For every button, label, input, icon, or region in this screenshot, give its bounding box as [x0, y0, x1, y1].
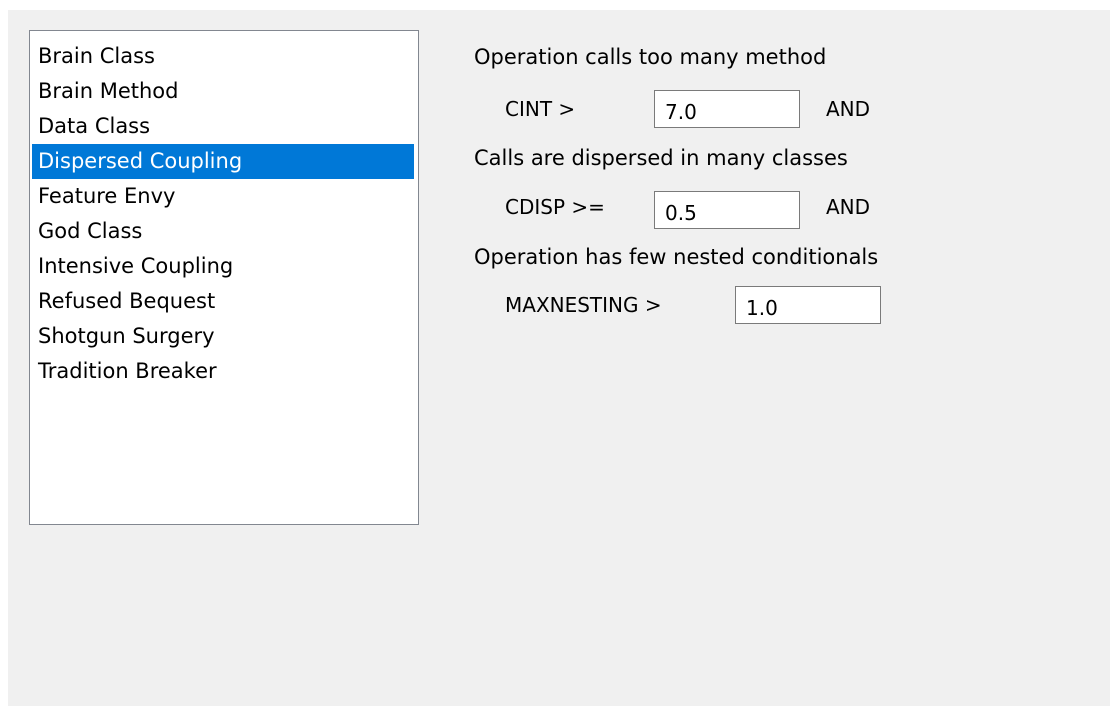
cdisp-label: CDISP >=: [505, 195, 605, 219]
list-item-dispersed-coupling[interactable]: Dispersed Coupling: [32, 144, 414, 179]
maxnesting-label: MAXNESTING >: [505, 293, 662, 317]
condition-description: Operation has few nested conditionals: [474, 245, 879, 269]
list-item-refused-bequest[interactable]: Refused Bequest: [32, 284, 414, 319]
list-item-god-class[interactable]: God Class: [32, 214, 414, 249]
code-smell-listbox[interactable]: Brain Class Brain Method Data Class Disp…: [29, 30, 419, 525]
cint-threshold-input[interactable]: [654, 90, 800, 128]
and-connector-label: AND: [826, 195, 871, 219]
and-connector-label: AND: [826, 97, 871, 121]
list-item-brain-method[interactable]: Brain Method: [32, 74, 414, 109]
list-item-feature-envy[interactable]: Feature Envy: [32, 179, 414, 214]
maxnesting-threshold-input[interactable]: [735, 286, 881, 324]
detection-strategy-panel: Brain Class Brain Method Data Class Disp…: [8, 10, 1110, 706]
list-item-tradition-breaker[interactable]: Tradition Breaker: [32, 354, 414, 389]
cint-label: CINT >: [505, 97, 576, 121]
list-item-shotgun-surgery[interactable]: Shotgun Surgery: [32, 319, 414, 354]
list-item-data-class[interactable]: Data Class: [32, 109, 414, 144]
list-item-intensive-coupling[interactable]: Intensive Coupling: [32, 249, 414, 284]
list-item-brain-class[interactable]: Brain Class: [32, 39, 414, 74]
condition-description: Operation calls too many method: [474, 45, 827, 69]
cdisp-threshold-input[interactable]: [654, 191, 800, 229]
condition-description: Calls are dispersed in many classes: [474, 146, 848, 170]
